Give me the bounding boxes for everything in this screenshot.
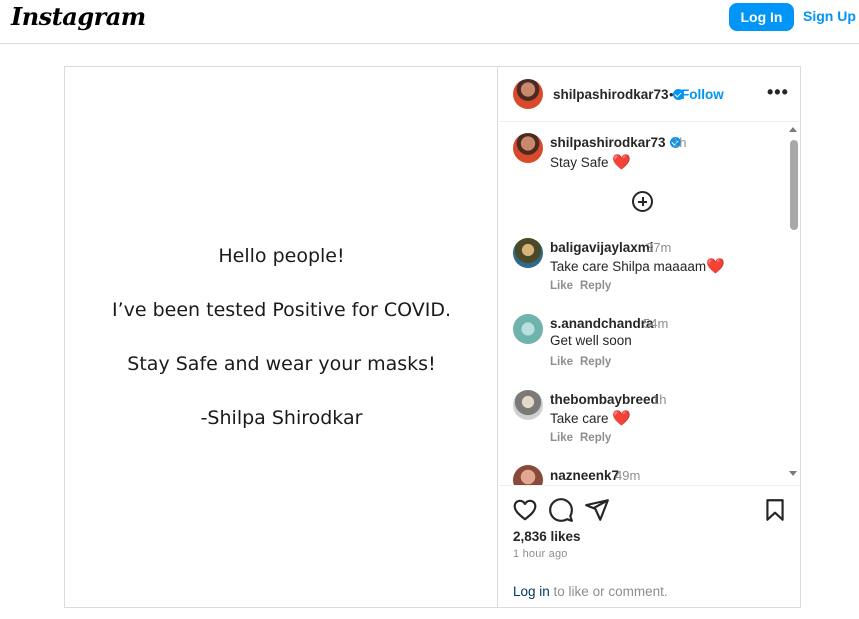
avatar[interactable] xyxy=(513,465,543,485)
post-side-panel: shilpashirodkar73 • Follow ••• shilpashi… xyxy=(499,67,800,607)
login-link[interactable]: Log in xyxy=(513,584,550,599)
comment-username[interactable]: s.anandchandra xyxy=(550,316,654,331)
comment-text: Get well soon xyxy=(550,333,632,348)
post-timestamp: 1 hour ago xyxy=(513,548,568,560)
avatar[interactable] xyxy=(513,238,543,268)
caption-username[interactable]: shilpashirodkar73 xyxy=(550,135,681,150)
instagram-logo[interactable]: Instagram xyxy=(11,2,146,31)
post-card: Hello people! I’ve been tested Positive … xyxy=(64,66,801,608)
caption-text: Stay Safe ❤️ xyxy=(550,153,631,171)
caption-username-text[interactable]: shilpashirodkar73 xyxy=(550,135,666,150)
comments-list[interactable]: shilpashirodkar73 1h Stay Safe ❤️ baliga… xyxy=(499,123,800,485)
comment-time: 49m xyxy=(615,468,641,483)
comment-reply-button[interactable]: Reply xyxy=(580,432,611,444)
heart-emoji-icon: ❤️ xyxy=(706,258,725,275)
post-header: shilpashirodkar73 • Follow ••• xyxy=(499,67,800,122)
comment-text: Take care ❤️ xyxy=(550,409,631,427)
author-username[interactable]: shilpashirodkar73 xyxy=(553,87,684,102)
comment-time: 37m xyxy=(646,240,672,255)
comment-time: 54m xyxy=(643,316,669,331)
post-image-text-line: -Shilpa Shirodkar xyxy=(200,407,363,429)
caption-time: 1h xyxy=(672,135,687,150)
avatar[interactable] xyxy=(513,133,543,163)
post-image-text-line: Stay Safe and wear your masks! xyxy=(127,353,436,375)
heart-emoji-icon: ❤️ xyxy=(612,154,631,171)
post-image-text-line: Hello people! xyxy=(218,245,345,267)
load-more-comments-icon[interactable] xyxy=(632,191,653,212)
top-bar: Instagram Log In Sign Up xyxy=(0,0,859,44)
scroll-down-arrow-icon[interactable] xyxy=(789,471,797,476)
heart-outline-icon[interactable] xyxy=(512,497,538,523)
heart-emoji-icon: ❤️ xyxy=(612,410,631,427)
comment-like-button[interactable]: Like xyxy=(550,432,573,444)
comment-text-content: Take care Shilpa maaaam xyxy=(550,259,707,274)
comment-reply-button[interactable]: Reply xyxy=(580,280,611,292)
comment-reply-button[interactable]: Reply xyxy=(580,356,611,368)
caption-text-content: Stay Safe xyxy=(550,155,609,170)
login-to-comment: Log in to like or comment. xyxy=(513,584,668,599)
speech-bubble-icon[interactable] xyxy=(548,497,574,523)
more-options-icon[interactable]: ••• xyxy=(767,82,789,103)
follow-button[interactable]: Follow xyxy=(681,87,724,102)
login-button[interactable]: Log In xyxy=(729,3,794,31)
comment-username[interactable]: thebombaybreed xyxy=(550,392,659,407)
separator-dot: • xyxy=(669,87,674,102)
comment-text-content: Take care xyxy=(550,411,609,426)
signup-link[interactable]: Sign Up xyxy=(803,8,856,24)
comment-username[interactable]: baligavijaylaxmi xyxy=(550,240,654,255)
scrollbar-thumb[interactable] xyxy=(790,140,798,230)
comment-like-button[interactable]: Like xyxy=(550,356,573,368)
comment-time: 1h xyxy=(652,392,667,407)
avatar[interactable] xyxy=(513,390,543,420)
author-username-text[interactable]: shilpashirodkar73 xyxy=(553,87,669,102)
avatar[interactable] xyxy=(513,79,543,109)
scroll-up-arrow-icon[interactable] xyxy=(789,127,797,132)
post-image-text-line: I’ve been tested Positive for COVID. xyxy=(111,299,452,321)
login-prompt-text: to like or comment. xyxy=(549,584,668,599)
likes-count[interactable]: 2,836 likes xyxy=(513,529,581,544)
post-image: Hello people! I’ve been tested Positive … xyxy=(65,67,498,607)
avatar[interactable] xyxy=(513,314,543,344)
comment-like-button[interactable]: Like xyxy=(550,280,573,292)
comment-text: Take care Shilpa maaaam❤️ xyxy=(550,257,725,275)
paper-plane-icon[interactable] xyxy=(584,497,610,523)
post-actions: 2,836 likes 1 hour ago Log in to like or… xyxy=(499,485,800,607)
comment-username[interactable]: nazneenk7 xyxy=(550,468,619,483)
bookmark-icon[interactable] xyxy=(762,497,788,523)
